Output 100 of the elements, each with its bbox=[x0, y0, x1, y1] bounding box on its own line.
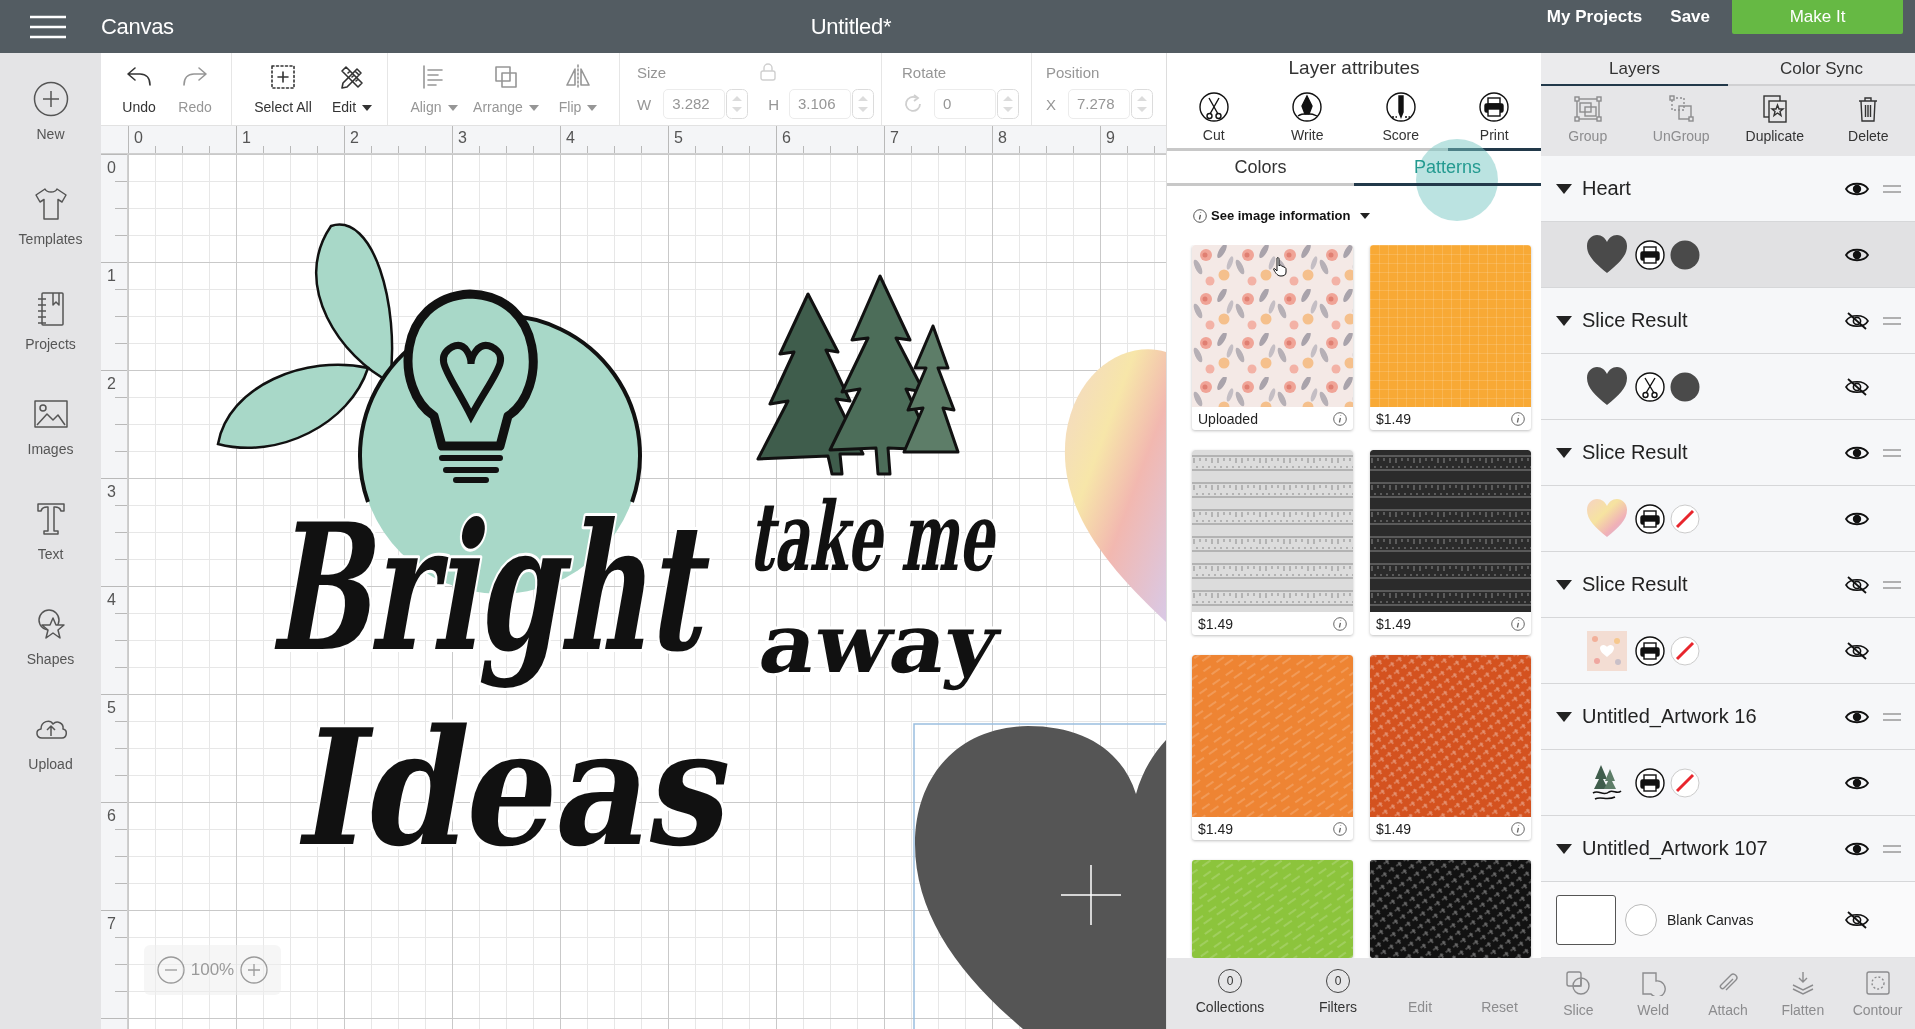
sidebar-item[interactable]: Images bbox=[0, 368, 101, 473]
layer-name: Untitled_Artwork 16 bbox=[1582, 705, 1758, 728]
hidden-eye-icon[interactable] bbox=[1845, 311, 1869, 330]
layer-name: Untitled_Artwork 107 bbox=[1582, 837, 1769, 860]
layer-action-button[interactable]: Duplicate bbox=[1728, 86, 1822, 156]
no-color-icon[interactable] bbox=[1670, 503, 1700, 534]
drag-handle-icon[interactable] bbox=[1883, 448, 1901, 457]
layer-name: Slice Result bbox=[1582, 309, 1689, 332]
hidden-eye-icon[interactable] bbox=[1845, 641, 1869, 660]
info-icon[interactable] bbox=[1511, 616, 1525, 631]
pattern-label: Uploaded bbox=[1198, 410, 1258, 427]
canvas-layer-row[interactable]: Blank Canvas bbox=[1541, 882, 1915, 958]
panel-tab[interactable]: Colors bbox=[1167, 151, 1354, 186]
sidebar-item[interactable]: Templates bbox=[0, 158, 101, 263]
eye-icon[interactable] bbox=[1845, 708, 1869, 725]
pattern-card[interactable]: $1.49 bbox=[1192, 655, 1353, 840]
pattern-card[interactable]: $1.49 bbox=[1370, 245, 1531, 430]
field-label: X bbox=[1046, 95, 1056, 113]
caret-icon[interactable] bbox=[1556, 579, 1572, 590]
hidden-eye-icon[interactable] bbox=[1845, 910, 1869, 929]
eye-icon[interactable] bbox=[1845, 774, 1869, 791]
caret-icon[interactable] bbox=[1556, 183, 1572, 194]
ruler-label: 3 bbox=[107, 483, 116, 500]
image-info-link[interactable]: See image information bbox=[1211, 208, 1351, 223]
heart-shape[interactable] bbox=[913, 723, 1166, 1029]
eye-icon[interactable] bbox=[1845, 180, 1869, 197]
ruler-label: 9 bbox=[1106, 129, 1115, 146]
zoom-level: 100% bbox=[190, 960, 235, 980]
pine-trees-drawing[interactable] bbox=[756, 274, 960, 476]
canvas-thumbnail bbox=[1556, 894, 1616, 945]
footer-button[interactable]: 0 Filters bbox=[1293, 958, 1383, 1029]
ruler-label: 3 bbox=[458, 129, 467, 146]
caret-icon[interactable] bbox=[1556, 315, 1572, 326]
toolbar-button[interactable]: Edit bbox=[324, 53, 380, 125]
hidden-eye-icon[interactable] bbox=[1845, 377, 1869, 396]
no-color-icon[interactable] bbox=[1670, 767, 1700, 798]
ruler-label: 0 bbox=[134, 129, 143, 146]
arrange-icon bbox=[492, 63, 520, 91]
drag-handle-icon[interactable] bbox=[1883, 712, 1901, 721]
stylus-icon bbox=[1385, 92, 1416, 122]
drag-handle-icon[interactable] bbox=[1883, 580, 1901, 589]
drag-handle-icon[interactable] bbox=[1883, 184, 1901, 193]
app-title: Canvas bbox=[101, 13, 174, 40]
pattern-card[interactable]: Uploaded bbox=[1192, 245, 1353, 430]
eye-icon[interactable] bbox=[1845, 246, 1869, 263]
caret-icon[interactable] bbox=[1556, 843, 1572, 854]
layer-action-button[interactable]: Delete bbox=[1821, 86, 1915, 156]
info-icon[interactable] bbox=[1333, 821, 1347, 836]
info-icon[interactable] bbox=[1333, 411, 1347, 426]
info-icon[interactable] bbox=[1511, 411, 1525, 426]
canvas-color-icon[interactable] bbox=[1625, 903, 1657, 936]
lettering-text: Ideas bbox=[286, 693, 750, 882]
toolbar-button[interactable]: Undo bbox=[111, 53, 167, 125]
document-title: Untitled* bbox=[810, 13, 892, 40]
operation-button[interactable]: Cut bbox=[1167, 91, 1261, 151]
color-swatch-icon[interactable] bbox=[1670, 371, 1700, 402]
caret-icon[interactable] bbox=[1556, 447, 1572, 458]
operation-button[interactable]: Score bbox=[1354, 91, 1448, 151]
ruler-label: 7 bbox=[890, 129, 899, 146]
weld-icon bbox=[1640, 970, 1667, 996]
ruler-label: 6 bbox=[107, 807, 116, 824]
pattern-swatch[interactable] bbox=[1370, 860, 1531, 958]
pattern-card[interactable]: $1.49 bbox=[1370, 450, 1531, 635]
projects-link[interactable]: My Projects bbox=[1546, 0, 1643, 34]
sidebar-item[interactable]: Shapes bbox=[0, 578, 101, 683]
footer-button[interactable]: 0 Collections bbox=[1167, 958, 1293, 1029]
drag-handle-icon[interactable] bbox=[1883, 316, 1901, 325]
info-icon bbox=[1193, 208, 1207, 223]
position-label: Position bbox=[1046, 63, 1100, 81]
t-shirt-icon bbox=[32, 186, 69, 222]
pattern-swatch[interactable] bbox=[1192, 860, 1353, 958]
eye-icon[interactable] bbox=[1845, 510, 1869, 527]
rotate-label: Rotate bbox=[902, 63, 947, 81]
field-label: H bbox=[768, 95, 779, 113]
caret-icon[interactable] bbox=[1556, 711, 1572, 722]
save-link[interactable]: Save bbox=[1670, 0, 1710, 34]
info-icon[interactable] bbox=[1333, 616, 1347, 631]
color-swatch-icon[interactable] bbox=[1670, 239, 1700, 270]
operation-button[interactable]: Write bbox=[1260, 91, 1354, 151]
no-color-icon[interactable] bbox=[1670, 635, 1700, 666]
watercolor-heart[interactable] bbox=[1064, 349, 1166, 622]
info-icon[interactable] bbox=[1511, 821, 1525, 836]
caret-icon bbox=[587, 104, 598, 111]
drag-handle-icon[interactable] bbox=[1883, 844, 1901, 853]
sidebar-item[interactable]: Projects bbox=[0, 263, 101, 368]
sidebar-item[interactable]: Upload bbox=[0, 683, 101, 788]
eye-icon[interactable] bbox=[1845, 444, 1869, 461]
caret-icon bbox=[528, 104, 539, 111]
caret-icon[interactable] bbox=[1360, 212, 1371, 219]
sidebar-item[interactable]: Text bbox=[0, 473, 101, 578]
menu-icon[interactable] bbox=[30, 14, 66, 39]
ruler-label: 4 bbox=[107, 591, 116, 608]
sidebar-item[interactable]: New bbox=[0, 53, 101, 158]
pattern-card[interactable]: $1.49 bbox=[1192, 450, 1353, 635]
pattern-card[interactable]: $1.49 bbox=[1370, 655, 1531, 840]
toolbar-button[interactable]: Select All bbox=[242, 53, 324, 125]
eye-icon[interactable] bbox=[1845, 840, 1869, 857]
layer-row[interactable] bbox=[1541, 222, 1915, 288]
ruler-label: 5 bbox=[107, 699, 116, 716]
hidden-eye-icon[interactable] bbox=[1845, 575, 1869, 594]
